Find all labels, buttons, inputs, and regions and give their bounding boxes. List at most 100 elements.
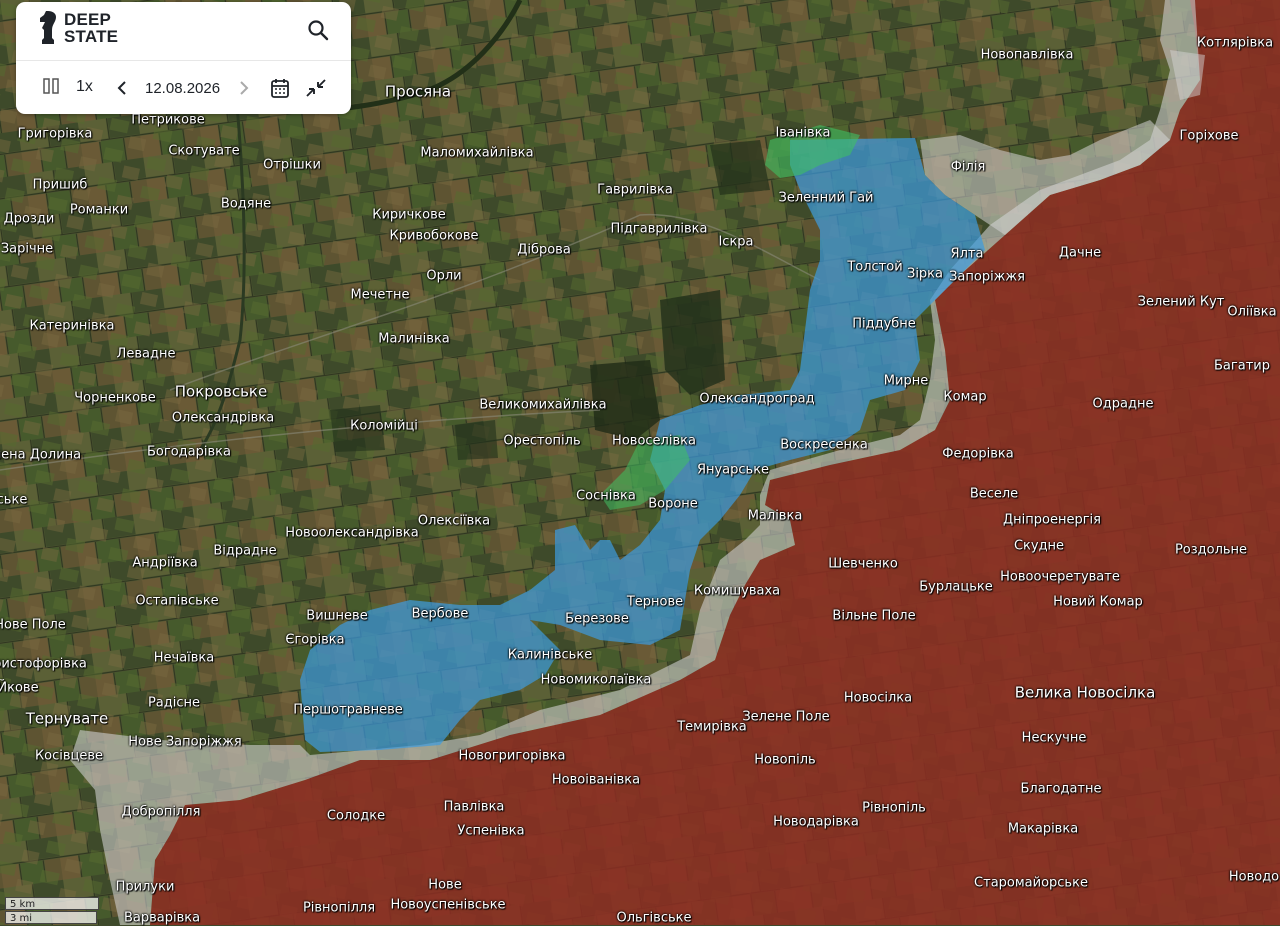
place-label: Велика Новосілка xyxy=(1014,683,1156,702)
place-label: Запоріжжя xyxy=(949,269,1025,285)
place-label: Вороне xyxy=(648,496,698,512)
place-label: Зарічне xyxy=(0,241,54,257)
place-label: Веселе xyxy=(969,486,1019,502)
place-label: Іванівка xyxy=(775,125,831,141)
place-label: ське xyxy=(0,492,28,508)
place-label: Киричкове xyxy=(372,207,446,223)
place-label: Григорівка xyxy=(17,126,93,142)
brand-text: DEEP STATE xyxy=(64,11,118,45)
place-label: Новоуспенівське xyxy=(390,897,506,913)
place-label: Бурлацьке xyxy=(919,579,993,595)
place-label: Вербове xyxy=(411,606,469,622)
place-label: Макарівка xyxy=(1007,821,1079,837)
place-label: Новопіль xyxy=(754,752,816,768)
brand-line1: DEEP xyxy=(64,10,112,29)
forest-patch xyxy=(455,420,498,460)
calendar-button[interactable] xyxy=(270,77,290,99)
place-label: Зелений Кут xyxy=(1137,294,1225,310)
place-label: Просяна xyxy=(384,82,452,101)
search-button[interactable] xyxy=(306,18,330,42)
place-label: Роздольне xyxy=(1174,542,1248,558)
place-label: Олексіївка xyxy=(417,513,491,529)
place-label: Зірка xyxy=(906,266,944,282)
place-label: Скотувате xyxy=(168,143,240,159)
place-label: Новосілка xyxy=(843,690,913,706)
place-label: Оліївка xyxy=(1227,304,1277,320)
place-label: Воскресенка xyxy=(780,437,868,453)
place-label: Дачне xyxy=(1058,245,1102,261)
place-label: Новопавлівка xyxy=(980,47,1074,63)
place-label: Новий Комар xyxy=(1053,594,1143,610)
place-label: Толстой xyxy=(847,259,903,275)
place-label: Водяне xyxy=(220,196,272,212)
panel-divider xyxy=(16,60,351,61)
place-label: Остапівське xyxy=(135,593,219,609)
place-label: Дніпроенергія xyxy=(1003,512,1101,528)
date-display[interactable]: 12.08.2026 xyxy=(145,80,220,97)
place-label: Новодо xyxy=(1228,869,1280,885)
place-label: Березове xyxy=(565,611,629,627)
chevron-right-icon xyxy=(240,81,249,95)
place-label: Новоочеретувате xyxy=(1000,569,1120,585)
place-label: Вишневе xyxy=(306,608,368,624)
place-label: Нове Поле xyxy=(0,617,66,633)
place-label: Януарське xyxy=(696,462,770,478)
place-label: Чорненкове xyxy=(74,390,156,406)
place-label: Зелене Поле xyxy=(742,709,830,725)
place-label: Соснівка xyxy=(576,488,636,504)
place-label: Горіхове xyxy=(1179,128,1239,144)
place-label: Олександроград xyxy=(699,391,815,407)
place-label: Калинівське xyxy=(507,647,593,663)
place-label: Темирівка xyxy=(677,719,747,735)
place-label: Олександрівка xyxy=(171,410,275,426)
previous-date-button[interactable] xyxy=(114,78,130,98)
place-label: Нове Запоріжжя xyxy=(128,734,242,750)
place-label: Нове xyxy=(428,877,462,893)
place-label: Багатир xyxy=(1214,358,1270,374)
place-label: Нечаївка xyxy=(153,650,215,666)
speed-button[interactable]: 1x xyxy=(76,78,93,96)
place-label: Солодке xyxy=(326,808,386,824)
place-label: Катеринівка xyxy=(29,318,115,334)
pause-button[interactable] xyxy=(41,76,61,96)
next-date-button[interactable] xyxy=(236,78,252,98)
place-label: Рівнопіль xyxy=(862,800,926,816)
place-label: Мирне xyxy=(883,373,929,389)
place-label: Котлярівка xyxy=(1196,35,1274,51)
place-label: Успенівка xyxy=(457,823,525,839)
place-label: Комишуваха xyxy=(693,583,781,599)
place-label: Рівнопілля xyxy=(302,900,376,916)
place-label: Підгаврилівка xyxy=(610,221,708,237)
search-icon xyxy=(308,20,329,41)
place-label: Малівка xyxy=(747,508,803,524)
place-label: ристофорівка xyxy=(0,656,87,672)
place-label: Дрозди xyxy=(3,211,55,227)
place-label: Романки xyxy=(69,202,129,218)
place-label: Кривобокове xyxy=(389,228,479,244)
compress-button[interactable] xyxy=(304,76,328,100)
brand-logo[interactable]: DEEP STATE xyxy=(38,10,118,46)
place-label: Маломихайлівка xyxy=(420,145,534,161)
place-label: Великомихайлівка xyxy=(479,397,607,413)
place-label: Прилуки xyxy=(115,879,175,895)
place-label: Діброва xyxy=(517,242,571,258)
place-label: Новоолександрівка xyxy=(285,525,419,541)
compress-arrows-icon xyxy=(306,79,326,97)
place-label: Федорівка xyxy=(942,446,1014,462)
place-label: Відрадне xyxy=(213,543,277,559)
place-label: Ялта xyxy=(950,246,984,262)
place-label: Добропілля xyxy=(121,804,201,820)
place-label: Новодарівка xyxy=(773,814,859,830)
place-label: Новогригорівка xyxy=(458,748,566,764)
place-label: Тернувате xyxy=(25,709,109,728)
place-label: Пришиб xyxy=(32,177,88,193)
place-label: Новоіванівка xyxy=(551,772,641,788)
place-label: Старомайорське xyxy=(974,875,1088,891)
calendar-icon xyxy=(271,79,289,98)
place-label: Комар xyxy=(943,389,987,405)
pause-icon xyxy=(43,78,59,94)
place-label: Орестопіль xyxy=(503,433,581,449)
place-label: Левадне xyxy=(116,346,176,362)
place-label: Отрішки xyxy=(263,157,321,173)
place-label: Андріївка xyxy=(132,555,198,571)
